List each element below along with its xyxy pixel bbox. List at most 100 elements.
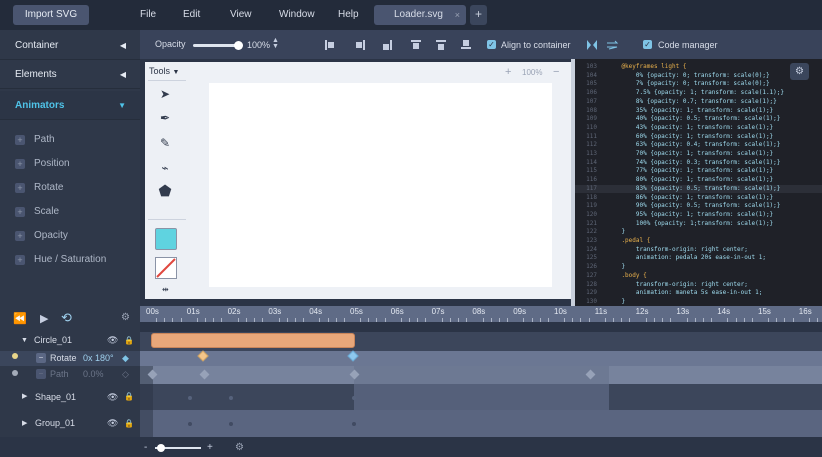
keyframe-dot[interactable] <box>229 396 233 400</box>
code-line[interactable]: 128 transform-origin: right center; <box>575 281 822 290</box>
keyframe-dot[interactable] <box>229 422 233 426</box>
minus-icon[interactable]: − <box>36 353 46 363</box>
keyframe-nav-icon[interactable]: ◇ <box>122 366 129 382</box>
code-line[interactable]: 107 8% {opacity: 0.7; transform: scale(1… <box>575 98 822 107</box>
eye-icon[interactable]: 👁 <box>107 384 118 410</box>
code-line[interactable]: 109 40% {opacity: 0.5; transform: scale(… <box>575 115 822 124</box>
file-tab[interactable]: Loader.svg × <box>374 5 466 25</box>
code-line[interactable]: 112 63% {opacity: 0.4; transform: scale(… <box>575 141 822 150</box>
section-animators[interactable]: Animators ▼ <box>0 91 140 120</box>
keyframe-dot[interactable] <box>352 422 356 426</box>
gear-icon[interactable]: ⚙ <box>790 63 809 80</box>
keyframe-dot[interactable] <box>188 422 192 426</box>
animator-position[interactable]: + Position <box>0 152 140 176</box>
artboard[interactable] <box>209 83 552 287</box>
zoom-out-icon[interactable]: − <box>553 66 559 78</box>
code-line[interactable]: 105 7% {opacity: 0; transform: scale(0);… <box>575 80 822 89</box>
timeline-zoom-handle[interactable] <box>157 444 165 452</box>
cursor-icon[interactable]: ➤ <box>157 86 173 102</box>
zoom-in-icon[interactable]: + <box>505 66 511 78</box>
menu-window[interactable]: Window <box>279 0 315 30</box>
menu-edit[interactable]: Edit <box>183 0 200 30</box>
timeline-zoom-in[interactable]: + <box>207 442 213 453</box>
code-line[interactable]: 121 100% {opacity: 1;transform: scale(1)… <box>575 220 822 229</box>
layer-row-rotate[interactable]: − Rotate 0x 180° ◆ <box>0 351 140 366</box>
code-line[interactable]: 118 86% {opacity: 1; transform: scale(1)… <box>575 194 822 203</box>
section-container[interactable]: Container ◀ <box>0 31 140 60</box>
animator-path[interactable]: + Path <box>0 128 140 152</box>
code-line[interactable]: 129 animation: maneta 5s ease-in-out 1; <box>575 289 822 298</box>
code-line[interactable]: 120 95% {opacity: 1; transform: scale(1)… <box>575 211 822 220</box>
menu-help[interactable]: Help <box>338 0 359 30</box>
code-line[interactable]: 104 0% {opacity: 0; transform: scale(0);… <box>575 72 822 81</box>
code-line[interactable]: 114 74% {opacity: 0.3; transform: scale(… <box>575 159 822 168</box>
code-line[interactable]: 108 35% {opacity: 1; transform: scale(1)… <box>575 107 822 116</box>
track-group[interactable] <box>140 410 822 437</box>
opacity-slider-handle[interactable] <box>234 41 243 50</box>
code-line[interactable]: 103 @keyframes light { <box>575 63 822 72</box>
layer-row-path[interactable]: − Path 0.0% ◇ <box>0 366 140 384</box>
keyframe-dot[interactable] <box>352 396 356 400</box>
code-line[interactable]: 130 } <box>575 298 822 306</box>
code-editor[interactable]: 103 @keyframes light {104 0% {opacity: 0… <box>575 59 822 306</box>
lock-icon[interactable]: 🔒 <box>124 410 134 437</box>
add-tab-button[interactable]: + <box>470 5 487 25</box>
keyframe-nav-icon[interactable]: ◆ <box>122 351 129 366</box>
animator-rotate[interactable]: + Rotate <box>0 176 140 200</box>
gear-icon[interactable]: ⚙ <box>235 442 244 453</box>
code-line[interactable]: 126 } <box>575 263 822 272</box>
code-line[interactable]: 115 77% {opacity: 1; transform: scale(1)… <box>575 167 822 176</box>
fill-color-swatch[interactable] <box>155 228 177 250</box>
code-line[interactable]: 117 83% {opacity: 0.5; transform: scale(… <box>575 184 822 194</box>
rotate-degrees[interactable]: 180° <box>95 351 114 366</box>
lock-icon[interactable]: 🔒 <box>124 384 134 410</box>
timeline-zoom-slider[interactable] <box>155 444 201 452</box>
code-line[interactable]: 123 .pedal { <box>575 237 822 246</box>
code-line[interactable]: 124 transform-origin: right center; <box>575 246 822 255</box>
loop-icon[interactable]: ⟲ <box>61 310 72 326</box>
menu-view[interactable]: View <box>230 0 252 30</box>
bulb-icon[interactable] <box>12 353 18 359</box>
code-line[interactable]: 106 7.5% {opacity: 1; transform: scale(1… <box>575 89 822 98</box>
stepper-icon[interactable]: ▲ ▼ <box>272 37 279 50</box>
menu-file[interactable]: File <box>140 0 156 30</box>
layer-row-shape[interactable]: ▶ Shape_01 👁 🔒 <box>0 384 140 410</box>
stroke-none-swatch[interactable] <box>155 257 177 279</box>
opacity-slider[interactable] <box>193 41 243 50</box>
swap-colors-icon[interactable]: ⇹ <box>162 285 169 294</box>
section-elements[interactable]: Elements ◀ <box>0 60 140 89</box>
lock-icon[interactable]: 🔒 <box>124 330 134 351</box>
code-line[interactable]: 122 } <box>575 228 822 237</box>
rewind-icon[interactable]: ⏪ <box>13 312 27 325</box>
rotate-turns[interactable]: 0x <box>83 351 93 366</box>
layer-row-circle[interactable]: ▼ Circle_01 👁 🔒 <box>0 330 140 351</box>
animator-scale[interactable]: + Scale <box>0 200 140 224</box>
flip-icons[interactable] <box>585 38 621 52</box>
timeline-zoom-out[interactable]: - <box>144 442 147 453</box>
close-icon[interactable]: × <box>455 5 460 25</box>
import-svg-button[interactable]: Import SVG <box>13 5 89 25</box>
animation-bar[interactable] <box>151 333 355 348</box>
code-line[interactable]: 127 .body { <box>575 272 822 281</box>
layer-row-group[interactable]: ▶ Group_01 👁 🔒 <box>0 410 140 437</box>
code-manager-checkbox[interactable]: ✓ <box>643 40 652 49</box>
code-line[interactable]: 119 90% {opacity: 0.5; transform: scale(… <box>575 202 822 211</box>
pencil-icon[interactable]: ✎ <box>157 135 173 151</box>
tools-dropdown[interactable]: Tools ▼ <box>149 66 179 76</box>
code-line[interactable]: 110 43% {opacity: 1; transform: scale(1)… <box>575 124 822 133</box>
play-icon[interactable]: ▶ <box>40 312 48 325</box>
eye-icon[interactable]: 👁 <box>107 330 118 351</box>
eye-icon[interactable]: 👁 <box>107 410 118 437</box>
animator-hue-saturation[interactable]: + Hue / Saturation <box>0 248 140 272</box>
code-line[interactable]: 116 80% {opacity: 1; transform: scale(1)… <box>575 176 822 185</box>
animator-opacity[interactable]: + Opacity <box>0 224 140 248</box>
keyframe-dot[interactable] <box>188 396 192 400</box>
align-container-checkbox[interactable]: ✓ <box>487 40 496 49</box>
gear-icon[interactable]: ⚙ <box>121 312 130 323</box>
polygon-icon[interactable]: ⬟ <box>157 184 173 200</box>
path-value[interactable]: 0.0% <box>83 366 104 382</box>
pen-icon[interactable]: ✒ <box>157 110 173 126</box>
code-line[interactable]: 111 60% {opacity: 1; transform: scale(1)… <box>575 133 822 142</box>
bulb-icon[interactable] <box>12 370 18 376</box>
eyedropper-icon[interactable]: ⌁ <box>157 160 173 176</box>
